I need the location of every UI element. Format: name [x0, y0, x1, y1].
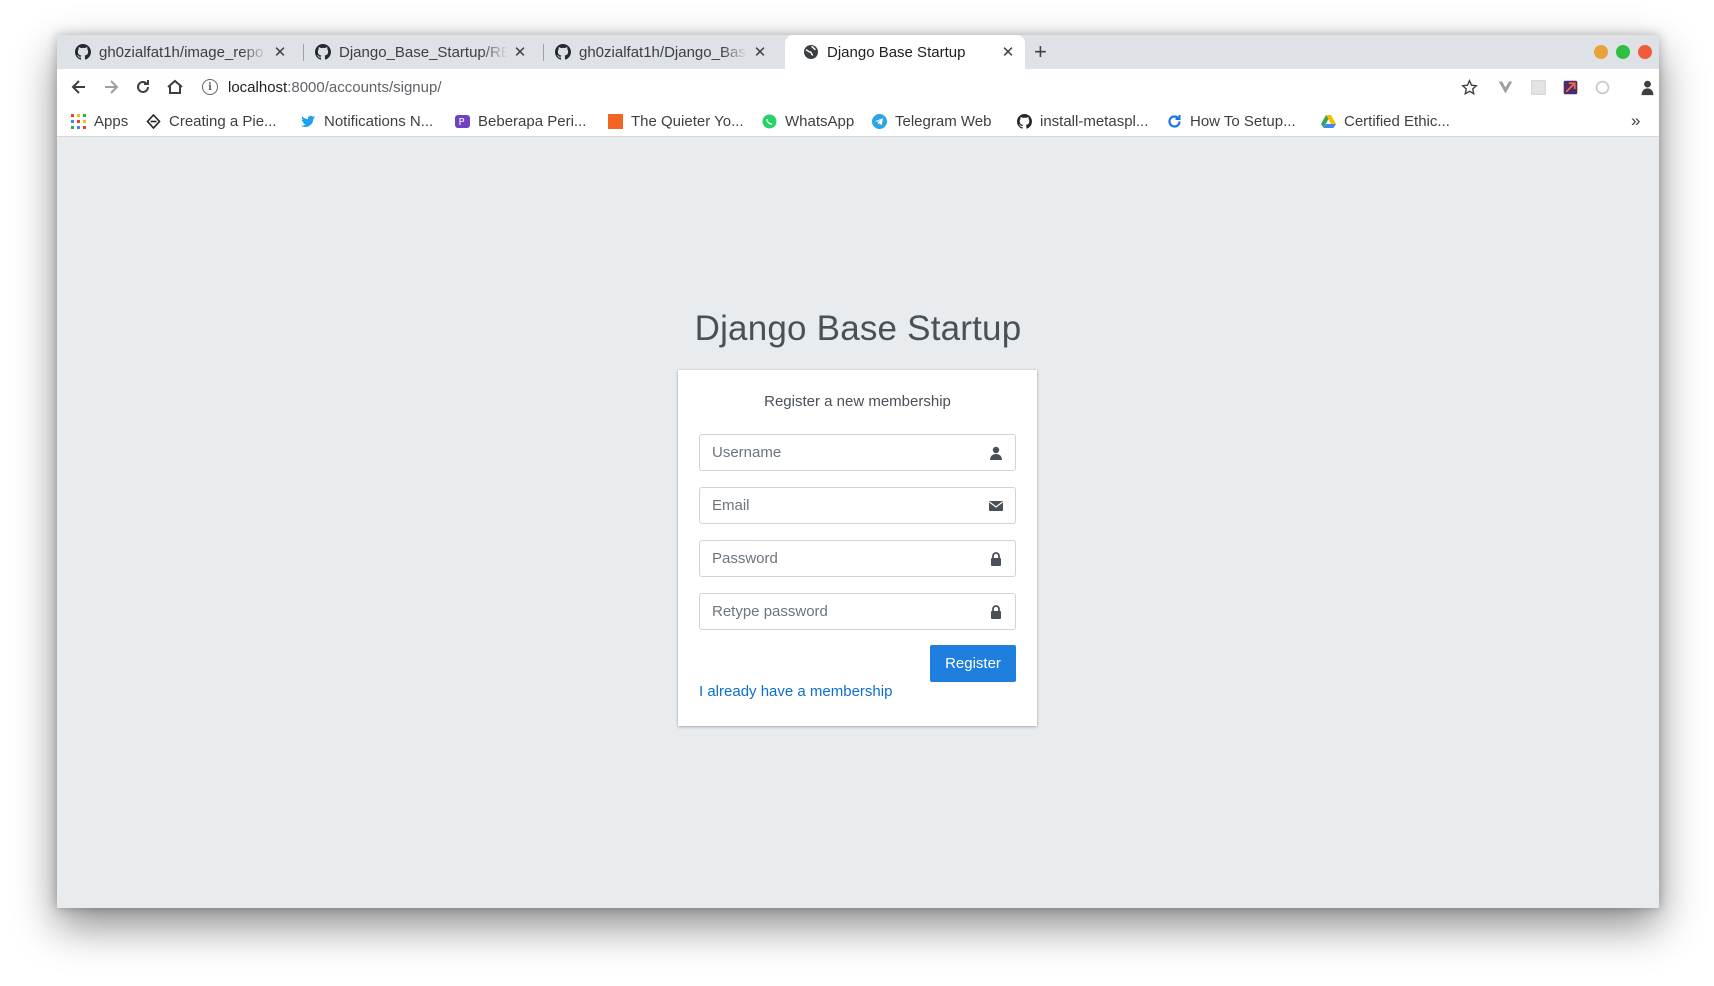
- page-content: Django Base Startup Register a new membe…: [57, 137, 1659, 908]
- new-tab-button[interactable]: +: [1034, 40, 1047, 64]
- tab-title: Django_Base_Startup/README: [339, 43, 507, 61]
- close-icon[interactable]: ✕: [753, 43, 767, 61]
- bookmark-label: install-metaspl...: [1040, 112, 1149, 130]
- tab-strip: gh0zialfat1h/image_repo ✕ Django_Base_St…: [57, 35, 1659, 69]
- bookmark-beberapa-peri[interactable]: P Beberapa Peri...: [455, 111, 586, 131]
- bookmark-notifications[interactable]: Notifications N...: [301, 111, 433, 131]
- password-field: [699, 540, 1016, 577]
- tab-django-base-startup[interactable]: Django Base Startup ✕: [785, 35, 1025, 69]
- github-icon: [555, 44, 571, 60]
- tab-title: gh0zialfat1h/Django_Base: [579, 43, 747, 61]
- lock-icon: [991, 604, 1001, 619]
- vue-devtools-icon[interactable]: [1497, 79, 1514, 96]
- tab-django-base[interactable]: gh0zialfat1h/Django_Base ✕: [537, 35, 777, 69]
- bookmark-creating-a-pie[interactable]: Creating a Pie...: [146, 111, 277, 131]
- bookmark-label: Certified Ethic...: [1344, 112, 1450, 130]
- email-input[interactable]: [700, 488, 989, 523]
- github-icon: [75, 44, 91, 60]
- maximize-button[interactable]: [1616, 45, 1630, 59]
- bookmark-label: Beberapa Peri...: [478, 112, 587, 130]
- bookmark-label: WhatsApp: [785, 112, 855, 130]
- whatsapp-icon: [762, 114, 777, 128]
- user-icon: [990, 446, 1002, 460]
- bookmark-telegram-web[interactable]: Telegram Web: [872, 111, 991, 131]
- register-button[interactable]: Register: [930, 645, 1016, 682]
- password-input[interactable]: [700, 541, 989, 576]
- github-icon: [1017, 113, 1032, 129]
- bookmark-label: Creating a Pie...: [169, 112, 277, 130]
- back-arrow-icon[interactable]: [69, 77, 89, 97]
- bookmarks-bar: Apps Creating a Pie... Notifications N..…: [57, 105, 1659, 137]
- email-field: [699, 487, 1016, 524]
- register-box: Register a new membership Register I alr…: [678, 370, 1037, 726]
- envelope-icon: [989, 500, 1003, 511]
- page-title: Django Base Startup: [694, 309, 1022, 348]
- url-path: :8000/accounts/signup/: [287, 78, 442, 96]
- bookmark-label: Notifications N...: [324, 112, 434, 130]
- pie-icon: [146, 113, 161, 129]
- bookmark-label: The Quieter Yo...: [631, 112, 744, 130]
- github-icon: [315, 44, 331, 60]
- tab-title: Django Base Startup: [827, 43, 966, 61]
- extension-purple-icon[interactable]: [1562, 79, 1579, 96]
- browser-window: gh0zialfat1h/image_repo ✕ Django_Base_St…: [57, 35, 1659, 908]
- telegram-icon: [872, 113, 887, 129]
- address-bar[interactable]: i localhost:8000/accounts/signup/: [202, 73, 1442, 101]
- svg-text:P: P: [459, 117, 465, 128]
- bookmark-apps[interactable]: Apps: [71, 111, 128, 131]
- close-icon[interactable]: ✕: [1001, 43, 1015, 61]
- username-input[interactable]: [700, 435, 989, 470]
- bookmark-label: Telegram Web: [895, 112, 992, 130]
- close-window-button[interactable]: [1638, 45, 1652, 59]
- retype-password-field: [699, 593, 1016, 630]
- patreon-icon: P: [455, 114, 470, 128]
- forward-arrow-icon[interactable]: [101, 77, 121, 97]
- username-field: [699, 434, 1016, 471]
- bookmark-the-quieter[interactable]: The Quieter Yo...: [608, 111, 744, 131]
- tab-title: gh0zialfat1h/image_repo: [99, 43, 264, 61]
- orange-square-icon: [608, 113, 623, 129]
- url-host: localhost: [228, 78, 288, 96]
- refresh-blue-icon: [1168, 114, 1181, 128]
- home-icon[interactable]: [165, 77, 185, 97]
- drive-icon: [1321, 114, 1336, 128]
- login-link[interactable]: I already have a membership: [699, 683, 892, 700]
- retype-password-input[interactable]: [700, 594, 989, 629]
- bookmark-certified-ethical[interactable]: Certified Ethic...: [1321, 111, 1450, 131]
- bookmark-how-to-setup[interactable]: How To Setup...: [1167, 111, 1296, 131]
- extension-grid-icon[interactable]: [1530, 79, 1547, 96]
- star-icon[interactable]: [1461, 79, 1478, 96]
- close-icon[interactable]: ✕: [513, 43, 527, 61]
- apps-grid-icon: [71, 113, 86, 129]
- globe-icon: [804, 45, 818, 59]
- lock-icon: [991, 551, 1001, 566]
- extension-circle-icon[interactable]: [1594, 79, 1611, 96]
- tab-image-repo[interactable]: gh0zialfat1h/image_repo ✕: [57, 35, 297, 69]
- twitter-icon: [301, 115, 315, 127]
- bookmark-label: How To Setup...: [1190, 112, 1296, 130]
- reload-icon[interactable]: [133, 77, 153, 97]
- profile-avatar-icon[interactable]: [1639, 79, 1656, 96]
- bookmark-install-metasploit[interactable]: install-metaspl...: [1017, 111, 1148, 131]
- bookmark-whatsapp[interactable]: WhatsApp: [762, 111, 854, 131]
- tab-readme[interactable]: Django_Base_Startup/README ✕: [297, 35, 537, 69]
- info-icon[interactable]: i: [202, 79, 218, 95]
- close-icon[interactable]: ✕: [273, 43, 287, 61]
- register-box-message: Register a new membership: [764, 393, 951, 410]
- bookmark-label: Apps: [94, 112, 129, 130]
- more-bookmarks-button[interactable]: »: [1631, 111, 1640, 131]
- minimize-button[interactable]: [1594, 45, 1608, 59]
- browser-toolbar: i localhost:8000/accounts/signup/: [57, 69, 1659, 105]
